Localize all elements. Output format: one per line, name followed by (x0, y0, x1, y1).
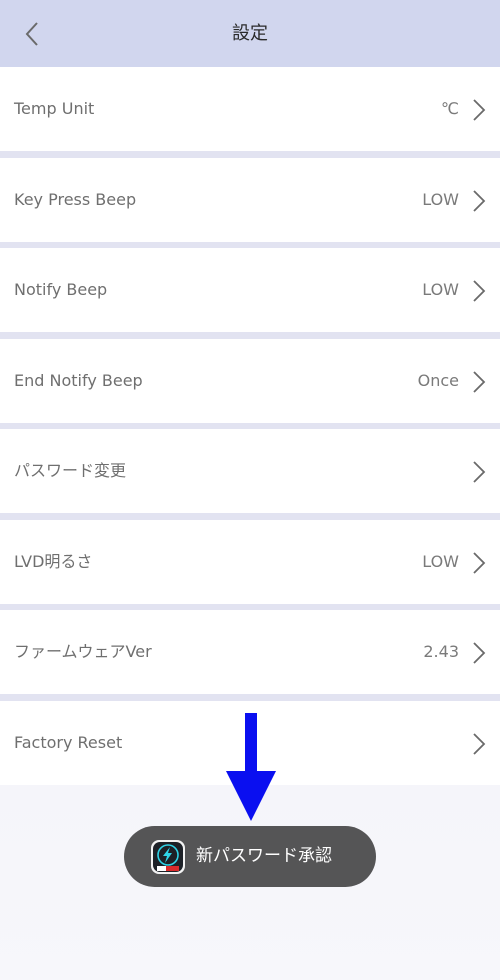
settings-row-label: Temp Unit (14, 99, 95, 118)
settings-row-value: LOW (422, 189, 459, 209)
settings-list: Temp Unit ℃ Key Press Beep LOW Notify Be… (0, 67, 500, 785)
chevron-right-icon (473, 551, 486, 574)
settings-row-label: Key Press Beep (14, 189, 137, 209)
header-bar: 設定 (0, 0, 500, 67)
settings-row-password-change[interactable]: パスワード変更 (0, 429, 500, 513)
toast-text: 新パスワード承認 (196, 846, 332, 866)
chevron-right-icon (473, 370, 486, 393)
settings-row-value: 2.43 (423, 642, 459, 661)
settings-row-label: LVD明るさ (14, 551, 93, 571)
settings-row-label: Notify Beep (14, 280, 108, 299)
settings-row-label: ファームウェアVer (14, 642, 152, 661)
settings-row-value: ℃ (441, 99, 459, 118)
chevron-right-icon (473, 280, 486, 302)
settings-row-label: パスワード変更 (14, 461, 127, 480)
chevron-right-icon (473, 642, 486, 664)
chevron-right-icon (473, 732, 486, 755)
settings-row-label: End Notify Beep (14, 370, 143, 390)
settings-row-notify-beep[interactable]: Notify Beep LOW (0, 248, 500, 332)
settings-row-value: Once (417, 370, 459, 390)
app-lightning-icon (151, 840, 185, 874)
toast-notification: 新パスワード承認 (124, 826, 376, 887)
down-arrow-icon (226, 713, 276, 821)
page-title: 設定 (232, 23, 268, 44)
chevron-right-icon (473, 189, 486, 212)
settings-row-key-press-beep[interactable]: Key Press Beep LOW (0, 157, 500, 242)
settings-row-value: LOW (422, 551, 459, 571)
settings-row-end-notify-beep[interactable]: End Notify Beep Once (0, 338, 500, 423)
chevron-right-icon (473, 99, 486, 121)
settings-row-label: Factory Reset (14, 732, 123, 752)
settings-row-lvd-brightness[interactable]: LVD明るさ LOW (0, 519, 500, 604)
chevron-right-icon (473, 461, 486, 483)
settings-row-firmware-version[interactable]: ファームウェアVer 2.43 (0, 610, 500, 694)
settings-row-value: LOW (422, 280, 459, 299)
settings-row-temp-unit[interactable]: Temp Unit ℃ (0, 67, 500, 151)
